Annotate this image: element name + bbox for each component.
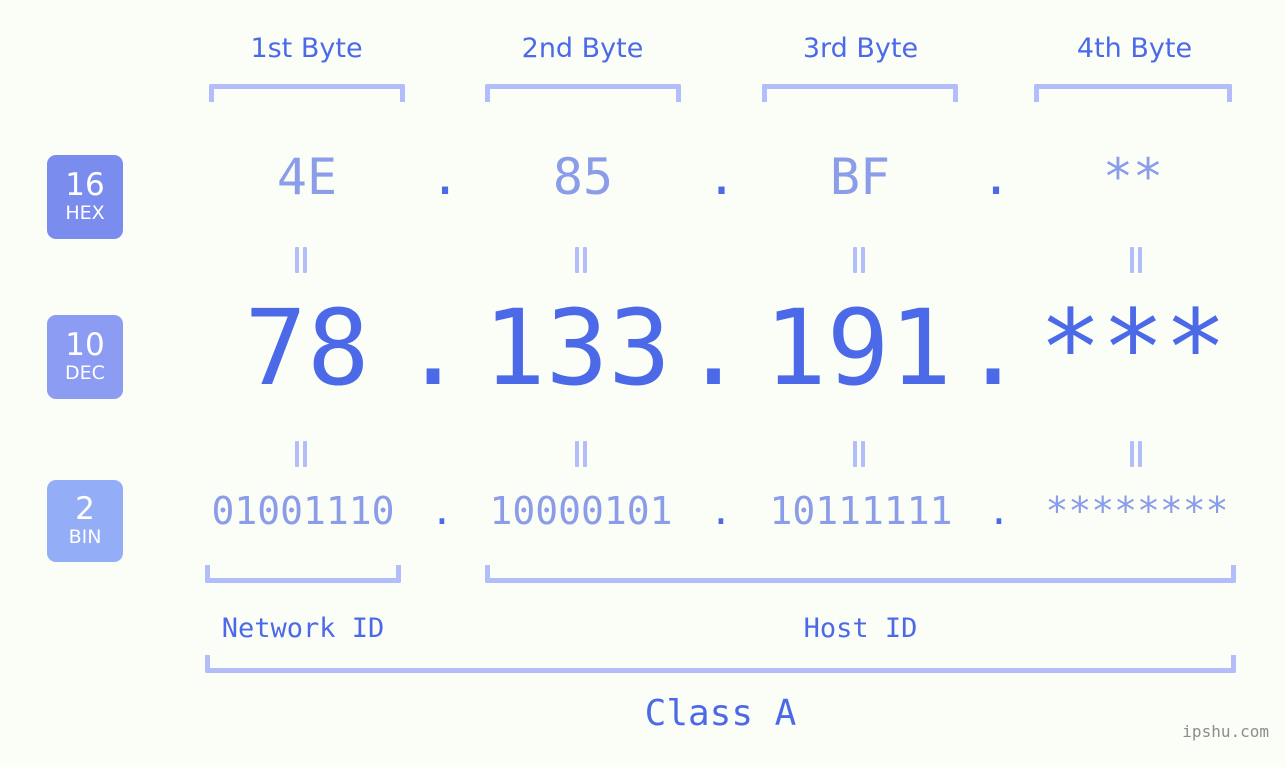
byte-header-2: 2nd Byte [521, 33, 644, 64]
dec-byte-1: 78 [244, 287, 370, 409]
byte-header-4: 4th Byte [1076, 33, 1193, 64]
bin-byte-2: 10000101 [489, 489, 673, 533]
byte-bracket-1 [209, 84, 405, 102]
base-badge-dec-label: DEC [65, 361, 105, 384]
dec-separator-2: . [682, 287, 745, 409]
class-label: Class A [644, 693, 797, 734]
equivalence-mark-hex-dec-1 [293, 247, 309, 273]
bin-separator-1: . [430, 489, 454, 533]
hex-separator-3: . [980, 148, 1012, 206]
base-badge-hex-label: HEX [65, 201, 105, 224]
equivalence-mark-dec-bin-4 [1128, 441, 1144, 467]
site-watermark: ipshu.com [1182, 722, 1269, 741]
byte-bracket-4 [1034, 84, 1232, 102]
equivalence-mark-dec-bin-2 [573, 441, 589, 467]
hex-byte-1: 4E [276, 148, 338, 206]
host-id-bracket [485, 565, 1236, 583]
byte-header-3: 3rd Byte [802, 33, 919, 64]
equivalence-mark-dec-bin-3 [851, 441, 867, 467]
byte-bracket-3 [762, 84, 958, 102]
bin-byte-1: 01001110 [211, 489, 395, 533]
base-badge-bin: 2 BIN [47, 480, 123, 562]
dec-separator-3: . [961, 287, 1025, 409]
base-badge-bin-label: BIN [68, 525, 102, 548]
hex-separator-2: . [706, 148, 737, 206]
base-badge-hex-number: 16 [65, 167, 105, 204]
byte-header-1: 1st Byte [250, 33, 363, 64]
base-badge-hex: 16 HEX [47, 155, 123, 239]
class-bracket [205, 655, 1236, 673]
equivalence-mark-hex-dec-2 [573, 247, 589, 273]
network-id-label: Network ID [221, 613, 385, 644]
bin-separator-3: . [987, 489, 1011, 533]
bin-byte-3: 10111111 [769, 489, 953, 533]
network-id-bracket [205, 565, 401, 583]
dec-byte-4: *** [1039, 287, 1227, 409]
base-badge-dec: 10 DEC [47, 315, 123, 399]
dec-byte-3: 191 [764, 287, 952, 409]
dec-byte-2: 133 [483, 287, 671, 409]
bin-separator-2: . [709, 489, 733, 533]
host-id-label: Host ID [803, 613, 918, 644]
ip-address-breakdown-diagram: 1st Byte 2nd Byte 3rd Byte 4th Byte 16 H… [0, 0, 1285, 767]
equivalence-mark-hex-dec-3 [851, 247, 867, 273]
hex-byte-2: 85 [552, 148, 614, 206]
equivalence-mark-hex-dec-4 [1128, 247, 1144, 273]
hex-separator-1: . [429, 148, 461, 206]
hex-byte-4: ** [1102, 148, 1164, 206]
equivalence-mark-dec-bin-1 [293, 441, 309, 467]
bin-byte-4: ******** [1045, 489, 1229, 533]
dec-separator-1: . [401, 287, 465, 409]
base-badge-dec-number: 10 [65, 327, 105, 364]
byte-bracket-2 [485, 84, 681, 102]
hex-byte-3: BF [829, 148, 891, 206]
base-badge-bin-number: 2 [75, 491, 95, 528]
